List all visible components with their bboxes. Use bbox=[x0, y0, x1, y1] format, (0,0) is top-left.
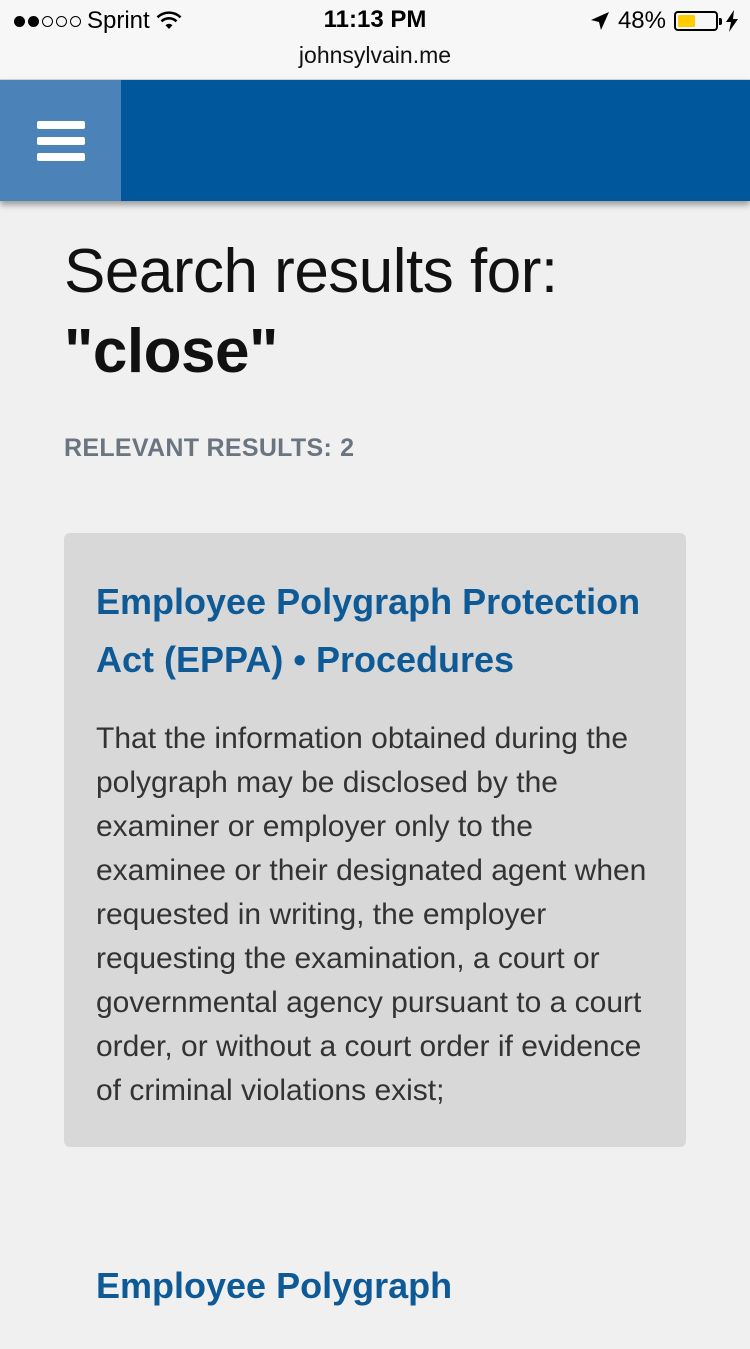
result-excerpt: That the information obtained during the… bbox=[96, 722, 647, 1107]
hamburger-menu-icon bbox=[36, 120, 85, 161]
menu-button[interactable] bbox=[0, 80, 121, 201]
battery-icon bbox=[674, 11, 722, 31]
search-heading-prefix: Search results for: bbox=[64, 237, 558, 306]
battery-level bbox=[678, 15, 696, 27]
results-count-label: RELEVANT RESULTS: bbox=[64, 434, 333, 462]
result-title-link[interactable]: Employee Polygraph bbox=[96, 1257, 654, 1315]
search-result-card: Employee Polygraph Protection Act (EPPA)… bbox=[64, 533, 686, 1147]
main-content: Search results for: "close" RELEVANT RES… bbox=[64, 232, 686, 1349]
site-header bbox=[0, 80, 750, 201]
location-arrow-icon bbox=[590, 12, 609, 30]
result-title-link[interactable]: Employee Polygraph Protection Act (EPPA)… bbox=[96, 573, 654, 689]
search-result-card: Employee Polygraph bbox=[64, 1217, 686, 1349]
charging-bolt-icon bbox=[726, 10, 738, 32]
status-bar: Sprint 11:13 PM 48% johnsylvain.me bbox=[0, 0, 750, 80]
status-right: 48% bbox=[590, 6, 738, 36]
battery-percent: 48% bbox=[617, 7, 666, 34]
url-bar[interactable]: johnsylvain.me bbox=[0, 42, 750, 69]
search-query: "close" bbox=[64, 317, 278, 386]
results-count-value: 2 bbox=[340, 434, 355, 462]
results-count: RELEVANT RESULTS: 2 bbox=[64, 434, 686, 463]
page-title: Search results for: "close" bbox=[64, 232, 686, 392]
